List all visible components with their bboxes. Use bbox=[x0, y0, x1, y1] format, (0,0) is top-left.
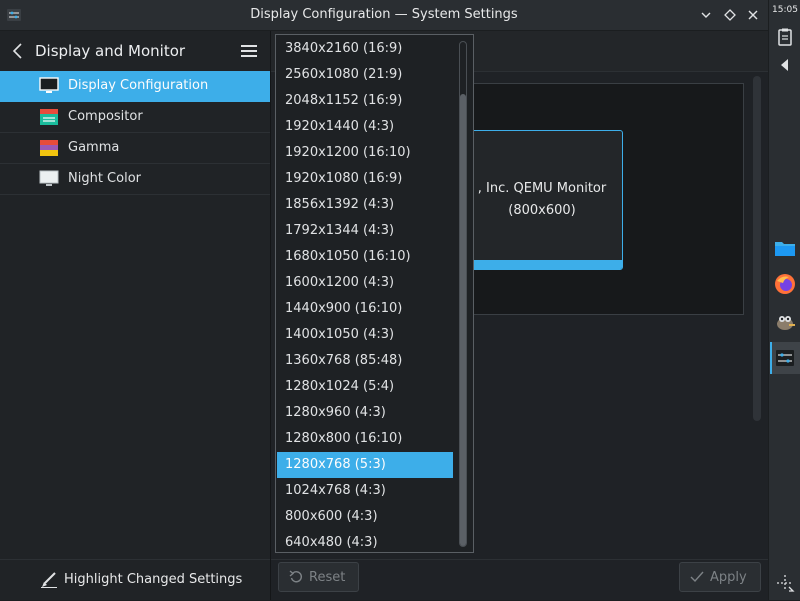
system-settings-window: Display Configuration — System Settings … bbox=[0, 0, 768, 600]
resolution-option[interactable]: 1600x1200 (4:3) bbox=[277, 270, 453, 296]
checkmark-icon bbox=[690, 571, 704, 583]
expand-arrow-icon[interactable] bbox=[775, 55, 795, 75]
gamma-icon bbox=[40, 140, 58, 156]
resolution-option[interactable]: 3840x2160 (16:9) bbox=[277, 36, 453, 62]
diamond-icon bbox=[724, 9, 736, 21]
task-file-manager[interactable] bbox=[770, 232, 800, 264]
sidebar-item-label: Compositor bbox=[68, 109, 143, 124]
sidebar: Display and Monitor Display Configuratio… bbox=[0, 31, 271, 600]
reset-label: Reset bbox=[309, 570, 346, 585]
task-firefox[interactable] bbox=[770, 268, 800, 300]
dropdown-scrollbar-handle[interactable] bbox=[460, 94, 466, 546]
resolution-option[interactable]: 1360x768 (85:48) bbox=[277, 348, 453, 374]
apply-button[interactable]: Apply bbox=[679, 562, 761, 592]
highlight-changed-settings-button[interactable]: Highlight Changed Settings bbox=[36, 566, 242, 594]
sidebar-item-night-color[interactable]: Night Color bbox=[0, 164, 270, 195]
close-icon bbox=[748, 10, 758, 20]
resolution-option[interactable]: 1680x1050 (16:10) bbox=[277, 244, 453, 270]
resolution-option[interactable]: 1280x768 (5:3) bbox=[277, 452, 453, 478]
monitor-icon bbox=[39, 77, 59, 93]
clipboard-icon[interactable] bbox=[775, 27, 795, 47]
resolution-option[interactable]: 1920x1440 (4:3) bbox=[277, 114, 453, 140]
sidebar-item-display-configuration[interactable]: Display Configuration bbox=[0, 71, 270, 102]
resolution-option[interactable]: 1280x800 (16:10) bbox=[277, 426, 453, 452]
sidebar-list: Display Configuration Compositor Gamma N… bbox=[0, 71, 270, 195]
maximize-button[interactable] bbox=[721, 6, 739, 24]
sidebar-item-gamma[interactable]: Gamma bbox=[0, 133, 270, 164]
firefox-icon bbox=[775, 274, 795, 294]
resolution-option[interactable]: 1024x768 (4:3) bbox=[277, 478, 453, 504]
sidebar-item-label: Night Color bbox=[68, 171, 141, 186]
sidebar-title: Display and Monitor bbox=[35, 42, 186, 60]
resolution-option[interactable]: 1440x900 (16:10) bbox=[277, 296, 453, 322]
back-arrow-icon[interactable] bbox=[11, 41, 25, 61]
monitor-tile[interactable]: , Inc. QEMU Monitor (800x600) bbox=[461, 130, 623, 270]
resolution-option[interactable]: 640x480 (4:3) bbox=[277, 530, 453, 552]
resolution-option[interactable]: 1920x1080 (16:9) bbox=[277, 166, 453, 192]
main-footer: Reset Apply bbox=[271, 559, 768, 601]
night-color-icon bbox=[39, 170, 59, 186]
system-settings-icon bbox=[776, 350, 794, 366]
resolution-dropdown-list[interactable]: 3840x2160 (16:9) 2560x1080 (21:9) 2048x115… bbox=[275, 34, 474, 553]
titlebar[interactable]: Display Configuration — System Settings bbox=[0, 0, 768, 31]
resolution-option[interactable]: 2560x1080 (21:9) bbox=[277, 62, 453, 88]
resolution-option[interactable]: 1400x1050 (4:3) bbox=[277, 322, 453, 348]
monitor-resolution: (800x600) bbox=[508, 203, 576, 218]
resolution-option[interactable]: 1280x1024 (5:4) bbox=[277, 374, 453, 400]
resolution-option[interactable]: 800x600 (4:3) bbox=[277, 504, 453, 530]
apply-label: Apply bbox=[710, 570, 747, 585]
sidebar-item-label: Display Configuration bbox=[68, 78, 209, 93]
resolution-option[interactable]: 1792x1344 (4:3) bbox=[277, 218, 453, 244]
highlight-changed-settings-label: Highlight Changed Settings bbox=[64, 572, 243, 587]
clock[interactable]: 15:05 bbox=[769, 5, 800, 15]
monitor-name: , Inc. QEMU Monitor bbox=[477, 181, 607, 196]
file-manager-icon bbox=[775, 242, 795, 256]
main-scrollbar[interactable] bbox=[753, 76, 761, 421]
monitor-selected-bar bbox=[462, 260, 622, 269]
sidebar-footer: Highlight Changed Settings bbox=[0, 559, 270, 601]
resolution-option[interactable]: 1280x960 (4:3) bbox=[277, 400, 453, 426]
sidebar-item-compositor[interactable]: Compositor bbox=[0, 102, 270, 133]
move-icon[interactable] bbox=[775, 573, 795, 593]
close-button[interactable] bbox=[744, 6, 762, 24]
resolution-option[interactable]: 2048x1152 (16:9) bbox=[277, 88, 453, 114]
dropdown-scrollbar[interactable] bbox=[459, 41, 467, 547]
brush-icon bbox=[41, 572, 57, 588]
resolution-option[interactable]: 1856x1392 (4:3) bbox=[277, 192, 453, 218]
sidebar-header: Display and Monitor bbox=[0, 31, 270, 71]
window-title: Display Configuration — System Settings bbox=[250, 7, 518, 22]
minimize-button[interactable] bbox=[697, 6, 715, 24]
right-panel: 15:05 bbox=[768, 0, 800, 600]
resolution-option[interactable]: 1920x1200 (16:10) bbox=[277, 140, 453, 166]
task-system-settings[interactable] bbox=[770, 342, 800, 374]
task-gimp[interactable] bbox=[770, 305, 800, 337]
reset-icon bbox=[289, 570, 303, 583]
gimp-icon bbox=[777, 316, 795, 330]
compositor-icon bbox=[40, 109, 58, 125]
chevron-down-icon bbox=[701, 12, 711, 18]
reset-button[interactable]: Reset bbox=[278, 562, 359, 592]
hamburger-menu-icon[interactable] bbox=[240, 43, 258, 59]
sidebar-item-label: Gamma bbox=[68, 140, 120, 155]
